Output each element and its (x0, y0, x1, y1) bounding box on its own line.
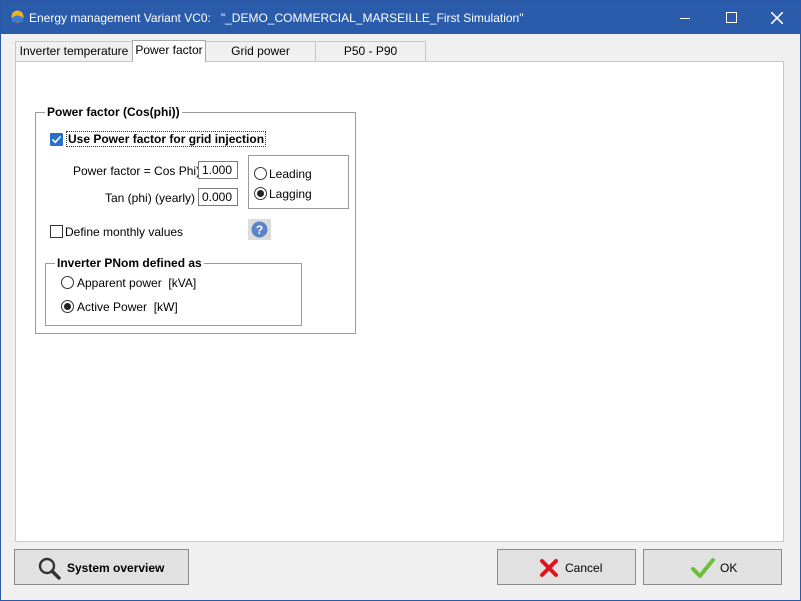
cos-phi-label: Power factor = Cos Phi) (73, 164, 201, 178)
tab-p50-p90-estimation[interactable]: P50 - P90 estimation (315, 41, 426, 77)
minimize-button[interactable] (662, 1, 708, 34)
monthly-values-checkbox[interactable] (50, 225, 63, 238)
inverter-pnom-legend: Inverter PNom defined as (55, 256, 204, 270)
inverter-pnom-group (45, 263, 302, 326)
svg-text:?: ? (256, 223, 263, 237)
cancel-button[interactable]: Cancel (497, 549, 636, 585)
tab-panel: Power factor (Cos(phi)) Use Power factor… (15, 61, 784, 542)
tab-grid-power-limitation[interactable]: Grid power limitation (205, 41, 316, 77)
window-title: Energy management Variant VC0: "_DEMO_COM… (29, 11, 523, 25)
tan-phi-label: Tan (phi) (yearly) (105, 191, 196, 205)
title-prefix: Energy management Variant VC0: (29, 11, 211, 25)
close-button[interactable] (754, 1, 800, 34)
title-project: "_DEMO_COMMERCIAL_MARSEILLE_First Simula… (220, 11, 524, 25)
lagging-label[interactable]: Lagging (269, 187, 312, 201)
apparent-power-radio[interactable] (61, 276, 74, 289)
power-factor-legend: Power factor (Cos(phi)) (45, 105, 182, 119)
minimize-icon (680, 17, 690, 19)
tan-phi-input[interactable] (198, 188, 238, 206)
help-icon[interactable]: ? (248, 219, 271, 240)
use-pf-label[interactable]: Use Power factor for grid injection (66, 131, 267, 147)
cancel-x-icon (540, 559, 558, 577)
magnifier-icon (38, 557, 61, 580)
tab-power-factor[interactable]: Power factor (132, 40, 206, 62)
maximize-button[interactable] (708, 1, 754, 34)
use-pf-checkbox[interactable] (50, 133, 63, 146)
tab-inverter-temperature[interactable]: Inverter temperature (15, 41, 133, 61)
ok-check-icon (691, 558, 715, 578)
system-overview-button[interactable]: System overview (14, 549, 189, 585)
ok-label: OK (720, 561, 738, 575)
active-power-radio[interactable] (61, 300, 74, 313)
leading-label[interactable]: Leading (269, 167, 312, 181)
maximize-icon (725, 12, 737, 23)
app-logo-icon (11, 10, 24, 23)
dialog-window: Energy management Variant VC0: "_DEMO_COM… (0, 0, 801, 601)
cancel-label: Cancel (565, 561, 603, 575)
monthly-values-label[interactable]: Define monthly values (65, 225, 183, 239)
active-power-label[interactable]: Active Power [kW] (77, 300, 178, 314)
leading-radio[interactable] (254, 167, 267, 180)
lagging-radio[interactable] (254, 187, 267, 200)
close-icon (771, 11, 783, 24)
apparent-power-label[interactable]: Apparent power [kVA] (77, 276, 196, 290)
system-overview-label: System overview (67, 561, 165, 575)
cos-phi-input[interactable] (198, 161, 238, 179)
ok-button[interactable]: OK (643, 549, 782, 585)
title-bar: Energy management Variant VC0: "_DEMO_COM… (1, 1, 800, 34)
